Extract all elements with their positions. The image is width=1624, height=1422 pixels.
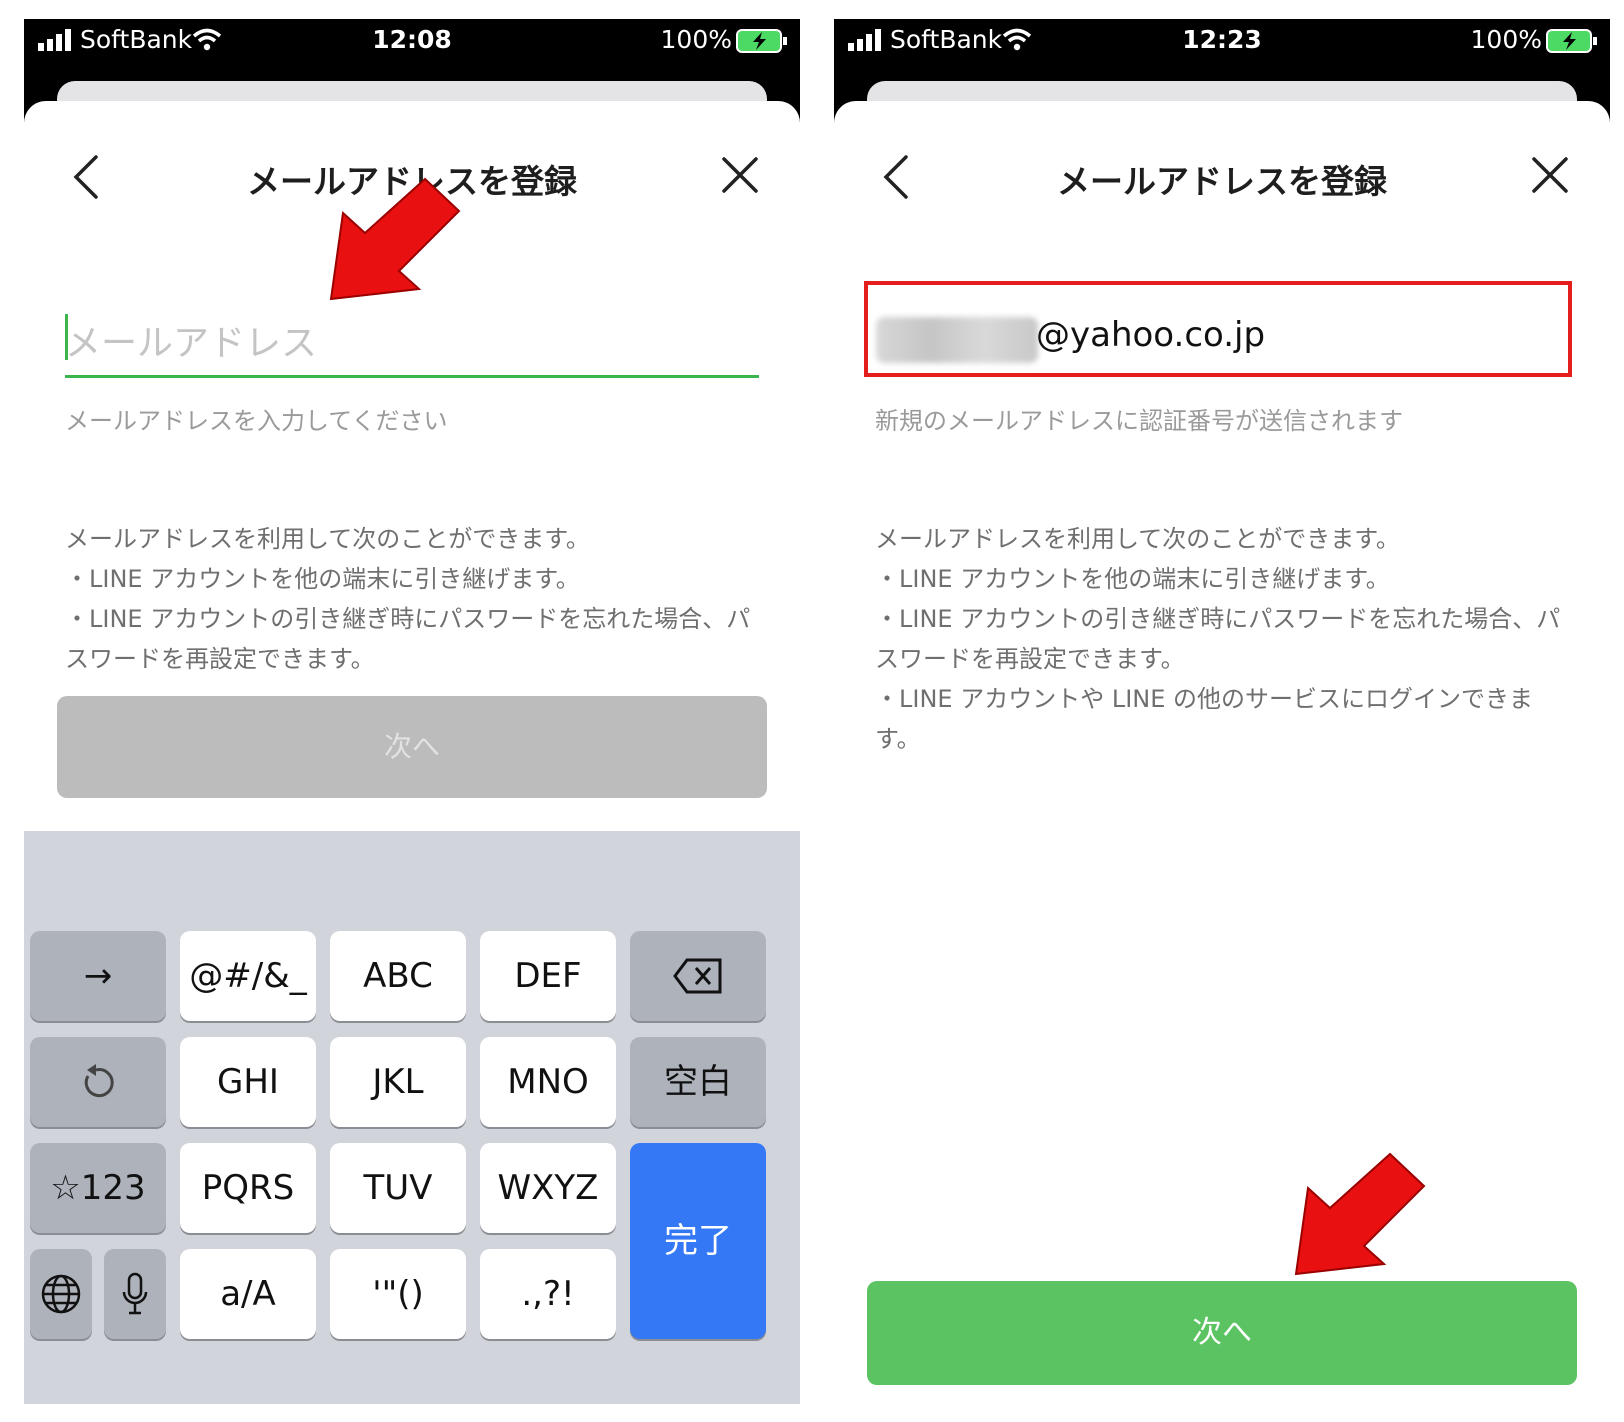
status-bar: SoftBank 12:08 100% [24, 19, 800, 63]
key-globe[interactable] [30, 1249, 92, 1339]
key-undo[interactable] [30, 1037, 166, 1127]
email-input[interactable] [65, 311, 759, 378]
input-hint: メールアドレスを入力してください [65, 407, 448, 435]
key-symbols[interactable]: @#/&_ [180, 931, 316, 1021]
page-title: メールアドレスを登録 [1057, 162, 1387, 201]
blurred-username [876, 317, 1038, 363]
key-abc[interactable]: ABC [330, 931, 466, 1021]
key-jkl[interactable]: JKL [330, 1037, 466, 1127]
key-arrow[interactable]: → [30, 931, 166, 1021]
description-line: メールアドレスを利用して次のことができます。 [875, 525, 1400, 553]
close-icon[interactable] [1530, 155, 1570, 195]
description-text: メールアドレスを利用して次のことができます。 ・LINE アカウントを他の端末に… [875, 519, 1570, 759]
key-space[interactable]: 空白 [630, 1037, 766, 1127]
phone-screen-right: SoftBank 12:23 100% メールアドレスを登録 @yahoo.co… [834, 19, 1610, 1404]
key-ghi[interactable]: GHI [180, 1037, 316, 1127]
status-bar: SoftBank 12:23 100% [834, 19, 1610, 63]
email-value: @yahoo.co.jp [1036, 315, 1266, 355]
battery-percent: 100% [660, 25, 732, 54]
battery-percent: 100% [1470, 25, 1542, 54]
key-tuv[interactable]: TUV [330, 1143, 466, 1233]
key-quotes[interactable]: '"() [330, 1249, 466, 1339]
key-case[interactable]: a/A [180, 1249, 316, 1339]
key-delete[interactable] [630, 931, 766, 1021]
input-hint: 新規のメールアドレスに認証番号が送信されます [875, 407, 1403, 435]
description-line: ・LINE アカウントを他の端末に引き継げます。 [65, 565, 580, 593]
red-arrow-icon [1294, 1152, 1426, 1276]
key-done[interactable]: 完了 [630, 1143, 766, 1339]
description-line: ・LINE アカウントを他の端末に引き継げます。 [875, 565, 1390, 593]
key-mno[interactable]: MNO [480, 1037, 616, 1127]
description-line: ・LINE アカウントの引き継ぎ時にパスワードを忘れた場合、パスワードを再設定で… [875, 605, 1561, 673]
key-wxyz[interactable]: WXYZ [480, 1143, 616, 1233]
delete-icon [673, 958, 722, 994]
description-line: メールアドレスを利用して次のことができます。 [65, 525, 590, 553]
key-pqrs[interactable]: PQRS [180, 1143, 316, 1233]
microphone-icon [122, 1272, 148, 1315]
undo-icon [84, 1064, 114, 1098]
key-mic[interactable] [104, 1249, 166, 1339]
battery-icon [736, 29, 787, 53]
red-arrow-icon [329, 177, 461, 301]
key-numbers[interactable]: ☆123 [30, 1143, 166, 1233]
next-button[interactable]: 次へ [867, 1281, 1577, 1385]
battery-icon [1546, 29, 1597, 53]
description-text: メールアドレスを利用して次のことができます。 ・LINE アカウントを他の端末に… [65, 519, 760, 679]
key-def[interactable]: DEF [480, 931, 616, 1021]
keyboard: → @#/&_ ABC DEF GHI JKL MNO 空白 ☆123 PQRS… [24, 831, 800, 1404]
close-icon[interactable] [720, 155, 760, 195]
next-button-disabled[interactable]: 次へ [57, 696, 767, 798]
modal-sheet: メールアドレスを登録 @yahoo.co.jp 新規のメールアドレスに認証番号が… [834, 101, 1610, 1404]
description-line: ・LINE アカウントの引き継ぎ時にパスワードを忘れた場合、パスワードを再設定で… [65, 605, 751, 673]
description-line: ・LINE アカウントや LINE の他のサービスにログインできます。 [875, 685, 1534, 753]
text-cursor [65, 314, 68, 360]
email-field-highlighted[interactable]: @yahoo.co.jp [864, 281, 1572, 377]
key-punctuation[interactable]: .,?! [480, 1249, 616, 1339]
globe-icon [41, 1274, 81, 1314]
